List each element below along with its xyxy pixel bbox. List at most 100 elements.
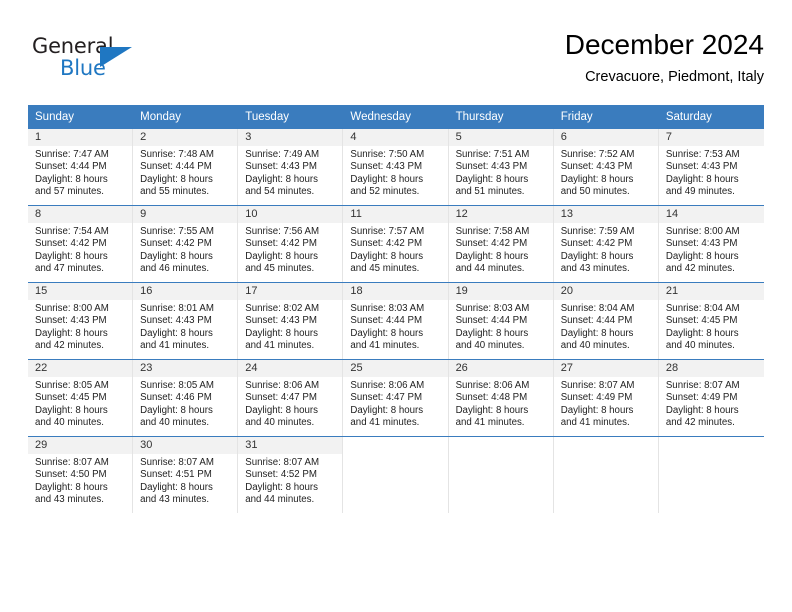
day-cell[interactable]: 4 Sunrise: 7:50 AM Sunset: 4:43 PM Dayli… — [343, 128, 449, 206]
day-cell[interactable]: 29 Sunrise: 8:07 AM Sunset: 4:50 PM Dayl… — [28, 436, 134, 513]
day-cell[interactable]: 6 Sunrise: 7:52 AM Sunset: 4:43 PM Dayli… — [553, 128, 659, 206]
day-cell[interactable]: 16 Sunrise: 8:01 AM Sunset: 4:43 PM Dayl… — [133, 282, 239, 360]
daylight-text-line2: and 49 minutes. — [665, 186, 735, 198]
weekday-header-saturday: Saturday — [658, 105, 764, 129]
day-cell[interactable]: 20 Sunrise: 8:04 AM Sunset: 4:44 PM Dayl… — [553, 282, 659, 360]
day-cell[interactable]: 23 Sunrise: 8:05 AM Sunset: 4:46 PM Dayl… — [133, 359, 239, 437]
daylight-text-line1: Daylight: 8 hours — [665, 327, 739, 339]
sunset-text: Sunset: 4:43 PM — [245, 315, 317, 327]
day-number: 10 — [238, 206, 343, 223]
sunset-text: Sunset: 4:43 PM — [35, 315, 107, 327]
daylight-text-line1: Daylight: 8 hours — [140, 327, 213, 339]
day-cell[interactable]: 18 Sunrise: 8:03 AM Sunset: 4:44 PM Dayl… — [343, 282, 449, 360]
calendar-week-row: 29 Sunrise: 8:07 AM Sunset: 4:50 PM Dayl… — [28, 436, 764, 513]
sunrise-text: Sunrise: 8:06 AM — [245, 380, 320, 391]
day-number: 22 — [28, 360, 133, 377]
day-number: 25 — [343, 360, 448, 377]
daylight-text-line2: and 41 minutes. — [350, 340, 420, 352]
daylight-text-line1: Daylight: 8 hours — [245, 327, 318, 339]
daylight-text-line2: and 55 minutes. — [140, 186, 210, 198]
weekday-header-wednesday: Wednesday — [343, 105, 449, 129]
sunset-text: Sunset: 4:45 PM — [665, 315, 738, 327]
day-number — [448, 437, 553, 454]
daylight-text-line2: and 40 minutes. — [140, 417, 210, 429]
daylight-text-line2: and 45 minutes. — [350, 263, 420, 275]
day-number: 13 — [553, 206, 658, 223]
calendar-week-row: 15 Sunrise: 8:00 AM Sunset: 4:43 PM Dayl… — [28, 282, 764, 360]
day-number: 26 — [448, 360, 553, 377]
day-cell[interactable]: 19 Sunrise: 8:03 AM Sunset: 4:44 PM Dayl… — [448, 282, 554, 360]
daylight-text-line2: and 40 minutes. — [665, 340, 735, 352]
day-cell[interactable]: 21 Sunrise: 8:04 AM Sunset: 4:45 PM Dayl… — [658, 282, 764, 360]
title-block: December 2024 Crevacuore, Piedmont, Ital… — [565, 28, 764, 86]
daylight-text-line1: Daylight: 8 hours — [665, 404, 739, 416]
weekday-header-sunday: Sunday — [28, 105, 134, 129]
sunrise-text: Sunrise: 8:00 AM — [35, 303, 109, 314]
day-number: 29 — [28, 437, 133, 454]
day-cell[interactable]: 7 Sunrise: 7:53 AM Sunset: 4:43 PM Dayli… — [658, 128, 764, 206]
day-cell[interactable]: 28 Sunrise: 8:07 AM Sunset: 4:49 PM Dayl… — [658, 359, 764, 437]
day-cell[interactable]: 5 Sunrise: 7:51 AM Sunset: 4:43 PM Dayli… — [448, 128, 554, 206]
daylight-text-line1: Daylight: 8 hours — [140, 404, 213, 416]
sunrise-text: Sunrise: 8:07 AM — [140, 457, 214, 468]
weekday-header-row: Sunday Monday Tuesday Wednesday Thursday… — [28, 105, 764, 129]
sunrise-text: Sunrise: 8:02 AM — [245, 303, 320, 314]
day-number: 19 — [448, 283, 553, 300]
calendar-head: Sunday Monday Tuesday Wednesday Thursday… — [28, 105, 764, 129]
day-cell[interactable]: 3 Sunrise: 7:49 AM Sunset: 4:43 PM Dayli… — [238, 128, 344, 206]
day-cell[interactable]: 24 Sunrise: 8:06 AM Sunset: 4:47 PM Dayl… — [238, 359, 344, 437]
day-number: 15 — [28, 283, 133, 300]
daylight-text-line1: Daylight: 8 hours — [455, 404, 529, 416]
sunrise-text: Sunrise: 8:04 AM — [560, 303, 635, 314]
day-cell[interactable]: 12 Sunrise: 7:58 AM Sunset: 4:42 PM Dayl… — [448, 205, 554, 283]
day-cell[interactable]: 30 Sunrise: 8:07 AM Sunset: 4:51 PM Dayl… — [133, 436, 239, 513]
day-number: 3 — [238, 129, 343, 146]
day-cell[interactable]: 31 Sunrise: 8:07 AM Sunset: 4:52 PM Dayl… — [238, 436, 344, 513]
daylight-text-line2: and 47 minutes. — [35, 263, 104, 275]
daylight-text-line1: Daylight: 8 hours — [35, 250, 108, 262]
day-cell[interactable]: 14 Sunrise: 8:00 AM Sunset: 4:43 PM Dayl… — [658, 205, 764, 283]
day-number: 24 — [238, 360, 343, 377]
day-cell[interactable]: 26 Sunrise: 8:06 AM Sunset: 4:48 PM Dayl… — [448, 359, 554, 437]
day-cell[interactable]: 17 Sunrise: 8:02 AM Sunset: 4:43 PM Dayl… — [238, 282, 344, 360]
day-cell[interactable]: 10 Sunrise: 7:56 AM Sunset: 4:42 PM Dayl… — [238, 205, 344, 283]
daylight-text-line2: and 43 minutes. — [140, 494, 210, 506]
sunrise-text: Sunrise: 7:59 AM — [560, 226, 635, 237]
day-cell[interactable]: 13 Sunrise: 7:59 AM Sunset: 4:42 PM Dayl… — [553, 205, 659, 283]
sunrise-text: Sunrise: 7:53 AM — [665, 149, 740, 160]
day-number: 14 — [658, 206, 764, 223]
sunrise-text: Sunrise: 7:49 AM — [245, 149, 320, 160]
sunset-text: Sunset: 4:44 PM — [35, 161, 107, 173]
sunset-text: Sunset: 4:49 PM — [560, 392, 633, 404]
day-number: 11 — [343, 206, 448, 223]
day-cell-empty — [343, 436, 449, 513]
day-cell[interactable]: 25 Sunrise: 8:06 AM Sunset: 4:47 PM Dayl… — [343, 359, 449, 437]
day-number: 4 — [343, 129, 448, 146]
day-cell[interactable]: 1 Sunrise: 7:47 AM Sunset: 4:44 PM Dayli… — [28, 128, 134, 206]
day-cell[interactable]: 8 Sunrise: 7:54 AM Sunset: 4:42 PM Dayli… — [28, 205, 134, 283]
day-cell[interactable]: 22 Sunrise: 8:05 AM Sunset: 4:45 PM Dayl… — [28, 359, 134, 437]
day-cell[interactable]: 15 Sunrise: 8:00 AM Sunset: 4:43 PM Dayl… — [28, 282, 134, 360]
sunset-text: Sunset: 4:46 PM — [140, 392, 212, 404]
day-cell-empty — [448, 436, 554, 513]
daylight-text-line2: and 50 minutes. — [560, 186, 630, 198]
daylight-text-line1: Daylight: 8 hours — [560, 404, 634, 416]
day-cell[interactable]: 11 Sunrise: 7:57 AM Sunset: 4:42 PM Dayl… — [343, 205, 449, 283]
calendar-week-row: 1 Sunrise: 7:47 AM Sunset: 4:44 PM Dayli… — [28, 128, 764, 206]
sunrise-text: Sunrise: 7:57 AM — [350, 226, 425, 237]
daylight-text-line1: Daylight: 8 hours — [245, 173, 318, 185]
weekday-header-thursday: Thursday — [448, 105, 554, 129]
day-cell[interactable]: 2 Sunrise: 7:48 AM Sunset: 4:44 PM Dayli… — [133, 128, 239, 206]
weekday-header-tuesday: Tuesday — [238, 105, 344, 129]
day-number: 21 — [658, 283, 764, 300]
day-number: 16 — [133, 283, 238, 300]
daylight-text-line1: Daylight: 8 hours — [350, 404, 424, 416]
sunset-text: Sunset: 4:43 PM — [560, 161, 633, 173]
sunrise-text: Sunrise: 7:54 AM — [35, 226, 109, 237]
daylight-text-line1: Daylight: 8 hours — [455, 173, 529, 185]
day-cell-empty — [553, 436, 659, 513]
day-cell[interactable]: 27 Sunrise: 8:07 AM Sunset: 4:49 PM Dayl… — [553, 359, 659, 437]
day-cell[interactable]: 9 Sunrise: 7:55 AM Sunset: 4:42 PM Dayli… — [133, 205, 239, 283]
calendar-table: Sunday Monday Tuesday Wednesday Thursday… — [28, 105, 764, 513]
sunset-text: Sunset: 4:43 PM — [140, 315, 212, 327]
